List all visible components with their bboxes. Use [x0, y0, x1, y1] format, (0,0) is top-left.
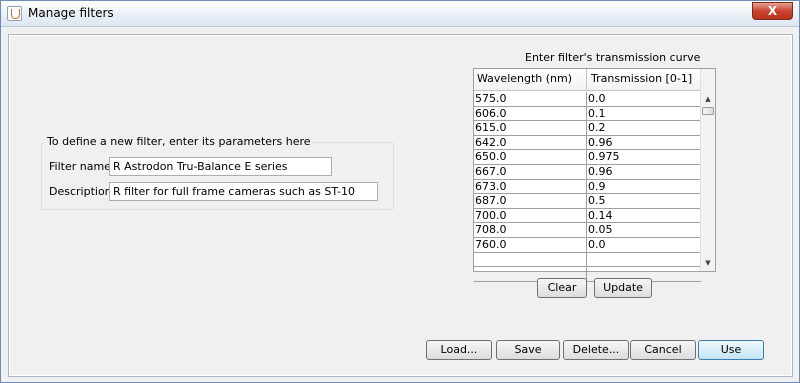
scroll-up-icon[interactable]: ▲	[701, 92, 715, 106]
group-title: To define a new filter, enter its parame…	[45, 135, 313, 148]
transmission-cell[interactable]: 0.14	[587, 209, 701, 222]
transmission-cell[interactable]: 0.96	[587, 136, 701, 149]
wavelength-cell[interactable]: 673.0	[474, 180, 586, 193]
table-row[interactable]: 606.0 0.1	[474, 106, 701, 122]
column-gridline	[586, 252, 587, 267]
cancel-button[interactable]: Cancel	[630, 340, 696, 360]
wavelength-cell[interactable]: 687.0	[474, 194, 586, 207]
wavelength-cell[interactable]: 650.0	[474, 150, 586, 163]
delete-button[interactable]: Delete...	[563, 340, 629, 360]
table-row[interactable]	[474, 252, 701, 268]
wavelength-cell[interactable]: 708.0	[474, 223, 586, 236]
title-bar[interactable]: Manage filters X	[1, 1, 799, 27]
filter-name-label: Filter name:	[49, 160, 115, 173]
table-row[interactable]: 615.0 0.2	[474, 121, 701, 136]
table-row[interactable]: 575.0 0.0	[474, 92, 701, 107]
table-row[interactable]: 667.0 0.96	[474, 164, 701, 180]
wavelength-cell[interactable]: 575.0	[474, 92, 586, 105]
clear-button[interactable]: Clear	[537, 278, 587, 298]
transmission-table: Wavelength (nm) Transmission [0-1] 575.0…	[473, 68, 716, 282]
filter-name-field[interactable]: R Astrodon Tru-Balance E series	[109, 157, 332, 176]
new-filter-group: To define a new filter, enter its parame…	[41, 135, 394, 210]
table-row[interactable]: 650.0 0.975	[474, 150, 701, 165]
column-header-wavelength[interactable]: Wavelength (nm)	[477, 72, 572, 85]
transmission-cell[interactable]: 0.2	[587, 121, 701, 134]
table-row[interactable]: 642.0 0.96	[474, 135, 701, 151]
curve-caption: Enter filter's transmission curve	[525, 51, 701, 64]
load-button[interactable]: Load...	[426, 340, 492, 360]
table-row[interactable]: 700.0 0.14	[474, 208, 701, 224]
table-row[interactable]: 708.0 0.05	[474, 223, 701, 238]
update-button[interactable]: Update	[594, 278, 652, 298]
table-row[interactable]: 760.0 0.0	[474, 237, 701, 253]
transmission-cell[interactable]: 0.975	[587, 150, 701, 163]
use-button[interactable]: Use	[698, 340, 764, 360]
transmission-cell[interactable]: 0.96	[587, 165, 701, 178]
scroll-thumb[interactable]	[702, 107, 714, 115]
column-header-transmission[interactable]: Transmission [0-1]	[591, 72, 692, 85]
table-row[interactable]	[474, 267, 701, 282]
manage-filters-window: Manage filters X To define a new filter,…	[0, 0, 800, 383]
description-label: Description:	[49, 185, 116, 198]
transmission-cell[interactable]: 0.0	[587, 238, 701, 251]
content-panel: To define a new filter, enter its parame…	[10, 36, 791, 375]
vertical-scrollbar[interactable]: ▲ ▼	[700, 69, 715, 271]
table-row[interactable]: 687.0 0.5	[474, 194, 701, 209]
column-divider[interactable]	[586, 69, 587, 91]
transmission-cell[interactable]: 0.1	[587, 107, 701, 120]
table-body: 575.0 0.0 606.0 0.1 615.0 0.2 642.0 0.96 650.0 0.…	[474, 92, 701, 282]
java-app-icon	[7, 6, 22, 21]
wavelength-cell[interactable]: 606.0	[474, 107, 586, 120]
transmission-cell[interactable]: 0.5	[587, 194, 701, 207]
dialog-body: To define a new filter, enter its parame…	[8, 34, 793, 377]
close-button[interactable]: X	[752, 2, 793, 20]
wavelength-cell[interactable]: 667.0	[474, 165, 586, 178]
wavelength-cell[interactable]: 642.0	[474, 136, 586, 149]
window-title: Manage filters	[28, 6, 114, 20]
table-header: Wavelength (nm) Transmission [0-1]	[474, 69, 701, 91]
transmission-cell[interactable]: 0.0	[587, 92, 701, 105]
scroll-down-icon[interactable]: ▼	[701, 256, 715, 270]
transmission-cell[interactable]: 0.9	[587, 180, 701, 193]
description-field[interactable]: R filter for full frame cameras such as …	[109, 182, 378, 201]
wavelength-cell[interactable]: 700.0	[474, 209, 586, 222]
wavelength-cell[interactable]: 615.0	[474, 121, 586, 134]
table-row[interactable]: 673.0 0.9	[474, 179, 701, 195]
save-button[interactable]: Save	[496, 340, 560, 360]
transmission-cell[interactable]: 0.05	[587, 223, 701, 236]
wavelength-cell[interactable]: 760.0	[474, 238, 586, 251]
